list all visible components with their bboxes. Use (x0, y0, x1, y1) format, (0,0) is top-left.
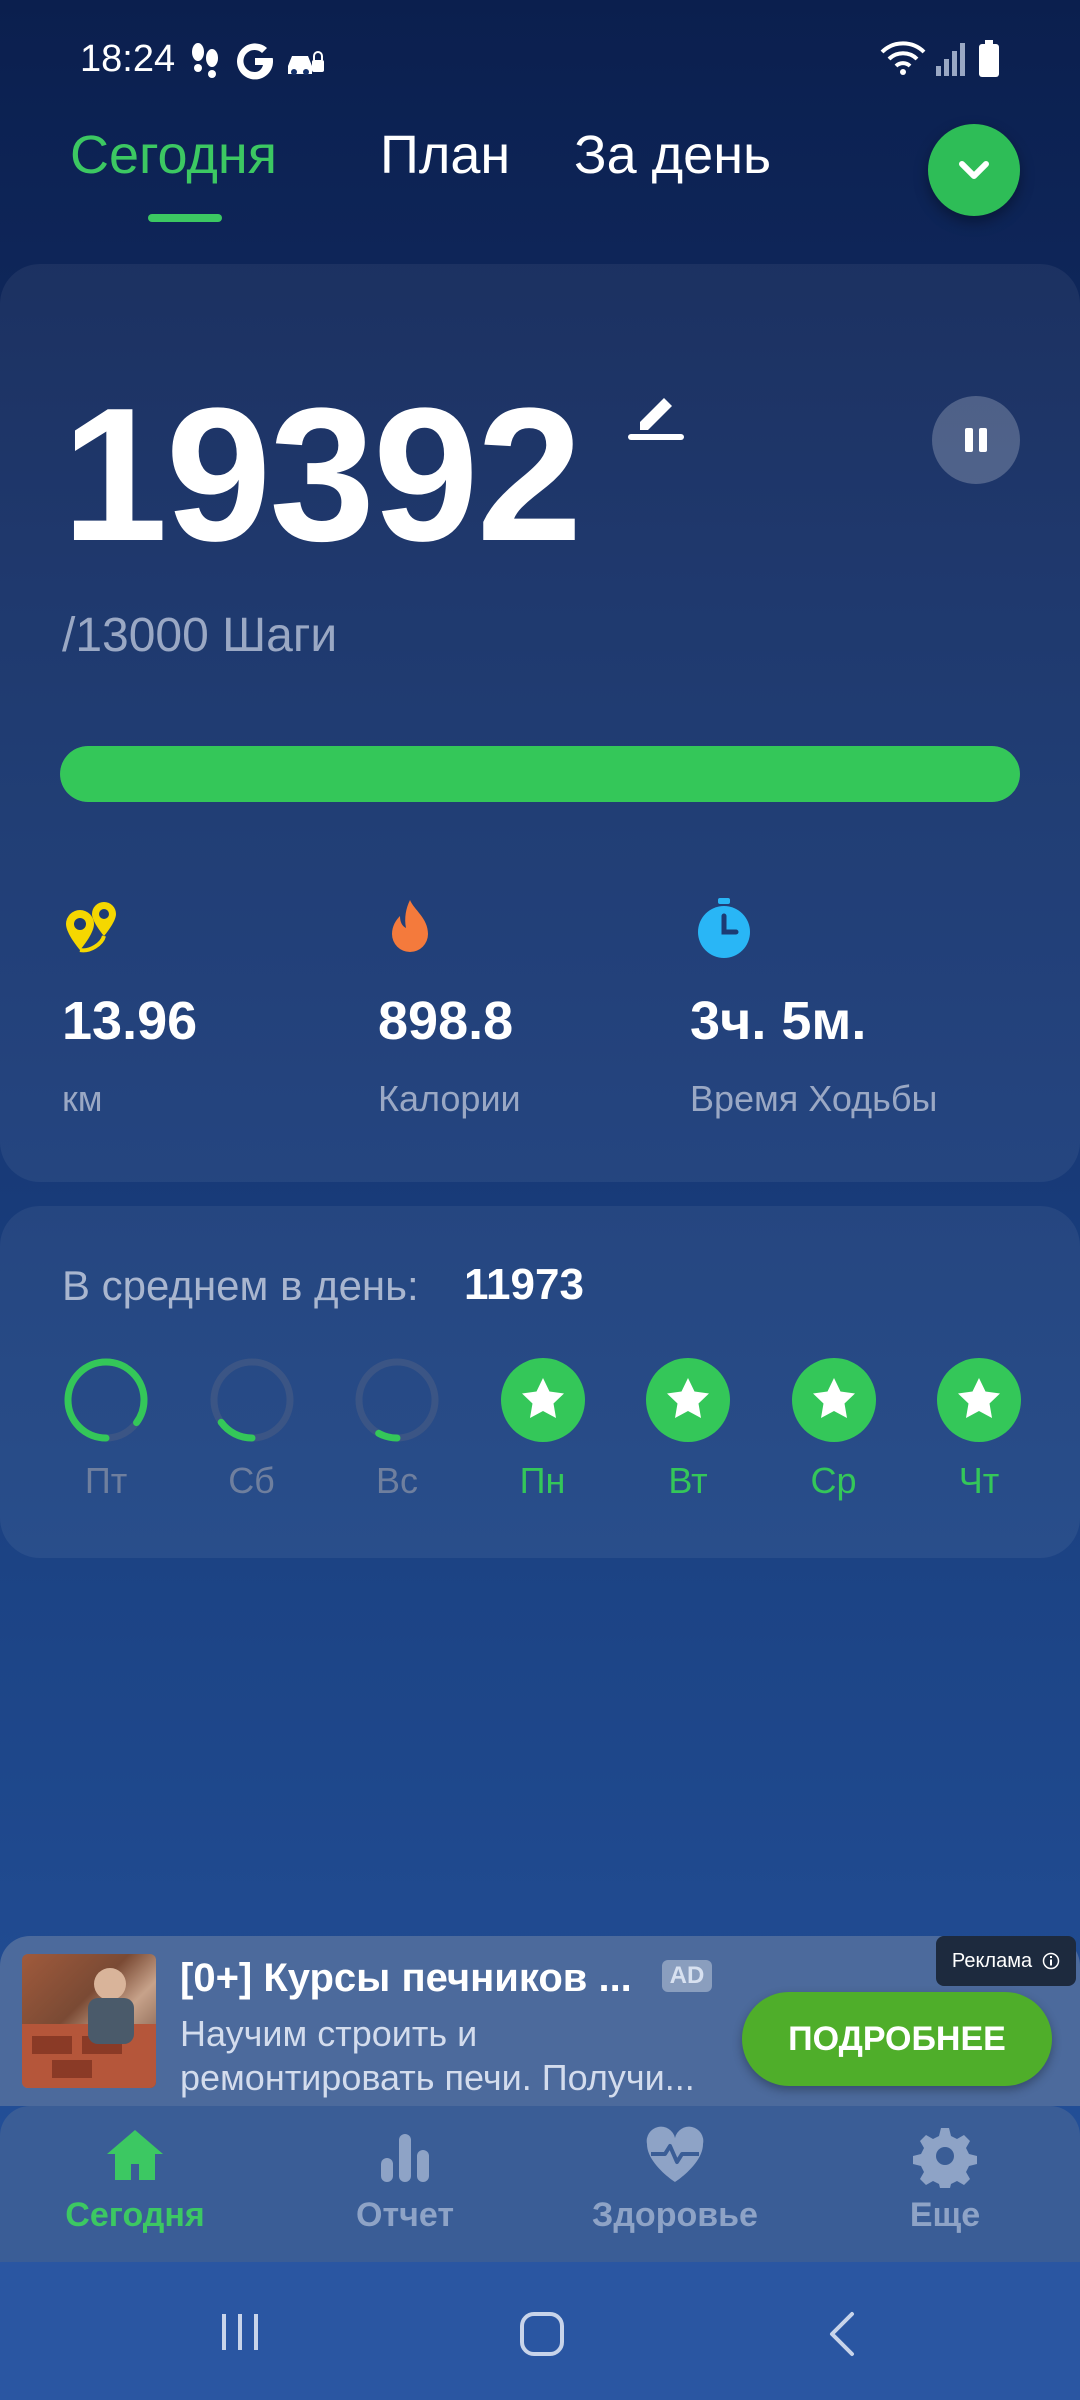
ad-banner[interactable]: [0+] Курсы печников ... AD Научим строит… (0, 1936, 1080, 2106)
nav-more[interactable]: Еще (810, 2106, 1080, 2262)
ad-tag-label: Реклама (951, 1949, 1033, 1972)
ad-image[interactable] (22, 1954, 156, 2088)
back-icon[interactable] (822, 2310, 862, 2358)
car-lock-icon (288, 51, 324, 75)
nav-more-label: Еще (909, 2196, 981, 2234)
home-icon (107, 2130, 163, 2180)
day-goal-star-icon[interactable] (790, 1356, 878, 1444)
pause-button[interactable] (932, 396, 1020, 484)
footsteps-icon (192, 43, 218, 78)
distance-label: км (62, 1078, 103, 1119)
chevron-down-icon (959, 161, 989, 179)
distance-value: 13.96 (62, 991, 198, 1051)
bottom-navigation: Сегодня Отчет Здоровье Еще (0, 2106, 1080, 2262)
system-navigation-bar (0, 2262, 1080, 2400)
edit-icon[interactable] (626, 384, 686, 444)
steps-progress-fill (60, 746, 1020, 802)
ad-cta-button[interactable]: ПОДРОБНЕЕ (742, 1992, 1052, 2086)
tab-active-indicator (148, 214, 222, 222)
home-button-icon[interactable] (518, 2310, 566, 2358)
calories-label: Калории (378, 1078, 521, 1119)
day-goal-star-icon[interactable] (644, 1356, 732, 1444)
ad-info-tag[interactable]: Реклама (936, 1936, 1076, 1986)
nav-report-label: Отчет (356, 2196, 454, 2234)
day-label: Чт (958, 1460, 1000, 1501)
day-label: Вт (668, 1460, 708, 1501)
ad-description[interactable]: Научим строить и ремонтировать печи. Пол… (180, 2012, 720, 2100)
location-pins-icon (66, 902, 116, 953)
signal-icon (936, 43, 965, 76)
tab-today[interactable]: Сегодня (70, 124, 277, 186)
day-goal-star-icon[interactable] (499, 1356, 587, 1444)
nav-health-label: Здоровье (592, 2196, 758, 2234)
calories-value: 898.8 (378, 991, 514, 1051)
day-goal-star-icon[interactable] (935, 1356, 1023, 1444)
day-progress-ring[interactable] (353, 1356, 441, 1444)
steps-goal: /13000 Шаги (62, 609, 338, 662)
wifi-icon (880, 41, 926, 75)
pause-icon (965, 428, 987, 452)
status-bar: 18:24 (0, 0, 1080, 120)
heart-pulse-icon (646, 2126, 704, 2182)
ad-badge: AD (662, 1960, 712, 1992)
average-value: 11973 (464, 1260, 584, 1309)
stopwatch-icon (698, 898, 750, 958)
walk-time-label: Время Ходьбы (690, 1078, 938, 1119)
day-label: Ср (810, 1460, 857, 1501)
battery-icon (979, 40, 999, 77)
dropdown-button[interactable] (928, 124, 1020, 216)
day-label: Пт (84, 1460, 128, 1501)
day-progress-ring[interactable] (62, 1356, 150, 1444)
nav-report[interactable]: Отчет (270, 2106, 540, 2262)
ad-title[interactable]: [0+] Курсы печников ... (180, 1956, 632, 2001)
gear-icon (913, 2128, 977, 2188)
day-progress-ring[interactable] (208, 1356, 296, 1444)
bar-chart-icon (381, 2134, 429, 2182)
day-label: Вс (375, 1460, 418, 1501)
tab-plan[interactable]: План (380, 124, 510, 186)
day-label: Сб (228, 1460, 275, 1501)
walk-time-value: 3ч. 5м. (690, 991, 867, 1051)
recent-apps-icon[interactable] (218, 2310, 262, 2354)
info-icon (1042, 1952, 1060, 1970)
flame-icon (392, 900, 428, 952)
nav-today-label: Сегодня (65, 2196, 205, 2234)
google-icon (237, 43, 274, 80)
steps-count: 19392 (62, 369, 582, 581)
steps-progress-bar (60, 746, 1020, 802)
average-label: В среднем в день: (62, 1262, 419, 1309)
nav-today[interactable]: Сегодня (0, 2106, 270, 2262)
tab-day[interactable]: За день (574, 124, 771, 186)
nav-health[interactable]: Здоровье (540, 2106, 810, 2262)
day-label: Пн (519, 1460, 566, 1501)
status-time: 18:24 (80, 38, 176, 80)
